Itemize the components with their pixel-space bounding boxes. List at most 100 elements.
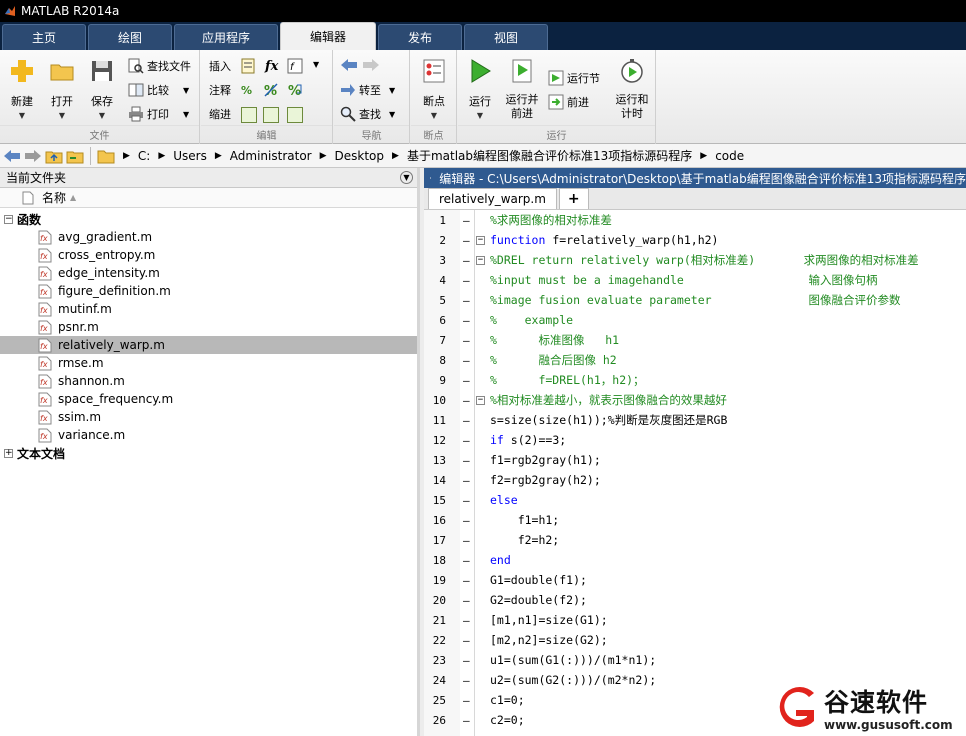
breakpoint-marker[interactable]: – <box>463 294 470 307</box>
expand-icon[interactable]: + <box>4 448 13 458</box>
file-item[interactable]: fx ssim.m <box>0 408 417 426</box>
find-files-button[interactable]: 查找文件 <box>128 56 191 76</box>
breakpoint-marker[interactable]: – <box>463 434 470 447</box>
breakpoint-marker[interactable]: – <box>463 314 470 327</box>
code-line[interactable]: 20 – G2=double(f2); <box>424 590 966 610</box>
code-line[interactable]: 2 – − function f=relatively_warp(h1,h2) <box>424 230 966 250</box>
forward-arrow-icon[interactable] <box>362 58 380 72</box>
file-item[interactable]: fx cross_entropy.m <box>0 246 417 264</box>
file-item[interactable]: fx figure_definition.m <box>0 282 417 300</box>
tab-apps[interactable]: 应用程序 <box>174 24 278 50</box>
breadcrumb-users[interactable]: Users <box>173 149 207 163</box>
file-item[interactable]: fx avg_gradient.m <box>0 228 417 246</box>
code-line[interactable]: 13 – f1=rgb2gray(h1); <box>424 450 966 470</box>
forward-arrow-icon[interactable] <box>24 148 42 164</box>
fold-toggle-icon[interactable]: − <box>476 235 485 245</box>
breakpoint-marker[interactable]: – <box>463 674 470 687</box>
advance-button[interactable]: 前进 <box>548 92 589 112</box>
tab-view[interactable]: 视图 <box>464 24 548 50</box>
chevron-down-icon[interactable]: ▼ <box>183 110 189 119</box>
breakpoint-marker[interactable]: – <box>463 274 470 287</box>
file-item[interactable]: fx shannon.m <box>0 372 417 390</box>
print-button[interactable]: 打印 ▼ <box>128 104 189 124</box>
breakpoint-marker[interactable]: – <box>463 554 470 567</box>
browse-folder-icon[interactable] <box>66 148 84 164</box>
code-area[interactable]: 1– %求两图像的相对标准差 2– − function f=relatively_wa… <box>424 210 966 736</box>
code-line[interactable]: 10 – − %相对标准差越小，就表示图像融合的效果越好 <box>424 390 966 410</box>
insert-button[interactable]: 插入 <box>209 56 231 76</box>
code-line[interactable]: 3 – − %DREL return relatively warp(相对标准差) 求… <box>424 250 966 270</box>
breakpoint-marker[interactable]: – <box>463 634 470 647</box>
code-line[interactable]: 6 – % example <box>424 310 966 330</box>
increase-indent-icon[interactable] <box>263 107 279 123</box>
code-line[interactable]: 22 – [m2,n2]=size(G2); <box>424 630 966 650</box>
comment-button[interactable]: 注释 <box>209 80 231 100</box>
run-button[interactable]: 运行 ▼ <box>460 58 500 120</box>
wrap-comments-icon[interactable]: % <box>287 82 303 98</box>
breadcrumb-desktop[interactable]: Desktop <box>335 149 385 163</box>
breakpoint-marker[interactable]: – <box>463 254 470 267</box>
insert-function-button[interactable]: fx <box>265 56 278 76</box>
breakpoint-marker[interactable]: – <box>463 574 470 587</box>
up-folder-icon[interactable] <box>45 148 63 164</box>
breakpoint-marker[interactable]: – <box>463 494 470 507</box>
code-line[interactable]: 18 – end <box>424 550 966 570</box>
breakpoint-marker[interactable]: – <box>463 534 470 547</box>
breakpoint-marker[interactable]: – <box>463 714 470 727</box>
fold-toggle-icon[interactable]: − <box>476 395 485 405</box>
breakpoint-marker[interactable]: – <box>463 474 470 487</box>
tab-plots[interactable]: 绘图 <box>88 24 172 50</box>
breakpoint-marker[interactable]: – <box>463 234 470 247</box>
file-item[interactable]: fx edge_intensity.m <box>0 264 417 282</box>
run-section-button[interactable]: 运行节 <box>548 68 600 88</box>
breadcrumb-drive[interactable]: C: <box>138 149 150 163</box>
code-line[interactable]: 1 – %求两图像的相对标准差 <box>424 210 966 230</box>
insert-section-icon[interactable] <box>241 58 257 74</box>
tab-relatively-warp[interactable]: relatively_warp.m <box>428 188 557 209</box>
code-line[interactable]: 14 – f2=rgb2gray(h2); <box>424 470 966 490</box>
breadcrumb-project-folder[interactable]: 基于matlab编程图像融合评价标准13项指标源码程序 <box>407 147 692 164</box>
uncomment-icon[interactable]: % <box>263 82 279 98</box>
breadcrumb-code[interactable]: code <box>715 149 744 163</box>
breakpoint-marker[interactable]: – <box>463 214 470 227</box>
breakpoint-marker[interactable]: – <box>463 374 470 387</box>
tab-editor[interactable]: 编辑器 <box>280 22 376 50</box>
code-line[interactable]: 11 – s=size(size(h1));%判断是灰度图还是RGB <box>424 410 966 430</box>
code-line[interactable]: 5 – %image fusion evaluate parameter 图像融合评… <box>424 290 966 310</box>
breakpoint-marker[interactable]: – <box>463 694 470 707</box>
run-and-time-button[interactable]: 运行和 计时 <box>610 58 654 121</box>
code-line[interactable]: 9 – % f=DREL(h1，h2)； <box>424 370 966 390</box>
breakpoint-marker[interactable]: – <box>463 334 470 347</box>
code-line[interactable]: 17 – f2=h2; <box>424 530 966 550</box>
code-line[interactable]: 7 – % 标准图像 h1 <box>424 330 966 350</box>
function-browser-icon[interactable]: f <box>287 58 303 74</box>
chevron-down-icon[interactable]: ▼ <box>389 110 395 119</box>
breakpoint-marker[interactable]: – <box>463 454 470 467</box>
file-item[interactable]: fx mutinf.m <box>0 300 417 318</box>
code-line[interactable]: 21 – [m1,n1]=size(G1); <box>424 610 966 630</box>
file-item[interactable]: fx psnr.m <box>0 318 417 336</box>
code-line[interactable]: 12 – if s(2)==3; <box>424 430 966 450</box>
file-item[interactable]: fx relatively_warp.m <box>0 336 417 354</box>
file-item[interactable]: fx variance.m <box>0 426 417 444</box>
breakpoint-marker[interactable]: – <box>463 654 470 667</box>
file-item[interactable]: fx space_frequency.m <box>0 390 417 408</box>
panel-menu-icon[interactable]: ▼ <box>400 171 413 184</box>
breakpoint-marker[interactable]: – <box>463 414 470 427</box>
fold-toggle-icon[interactable]: − <box>476 255 485 265</box>
code-line[interactable]: 16 – f1=h1; <box>424 510 966 530</box>
run-and-advance-button[interactable]: 运行并 前进 <box>500 58 544 121</box>
breakpoint-marker[interactable]: – <box>463 594 470 607</box>
back-arrow-icon[interactable] <box>3 148 21 164</box>
code-line[interactable]: 8 – % 融合后图像 h2 <box>424 350 966 370</box>
goto-button[interactable]: 转至 ▼ <box>340 80 395 100</box>
new-button[interactable]: 新建 ▼ <box>2 58 42 120</box>
comment-percent-button[interactable]: % <box>241 80 252 100</box>
breakpoints-button[interactable]: 断点 ▼ <box>414 58 454 120</box>
chevron-down-icon[interactable]: ▼ <box>183 86 189 95</box>
decrease-indent-icon[interactable] <box>287 107 303 123</box>
file-item[interactable]: fx rmse.m <box>0 354 417 372</box>
folder-functions[interactable]: − 函数 <box>0 210 417 228</box>
code-line[interactable]: 15 – else <box>424 490 966 510</box>
code-line[interactable]: 23 – u1=(sum(G1(:)))/(m1*n1); <box>424 650 966 670</box>
